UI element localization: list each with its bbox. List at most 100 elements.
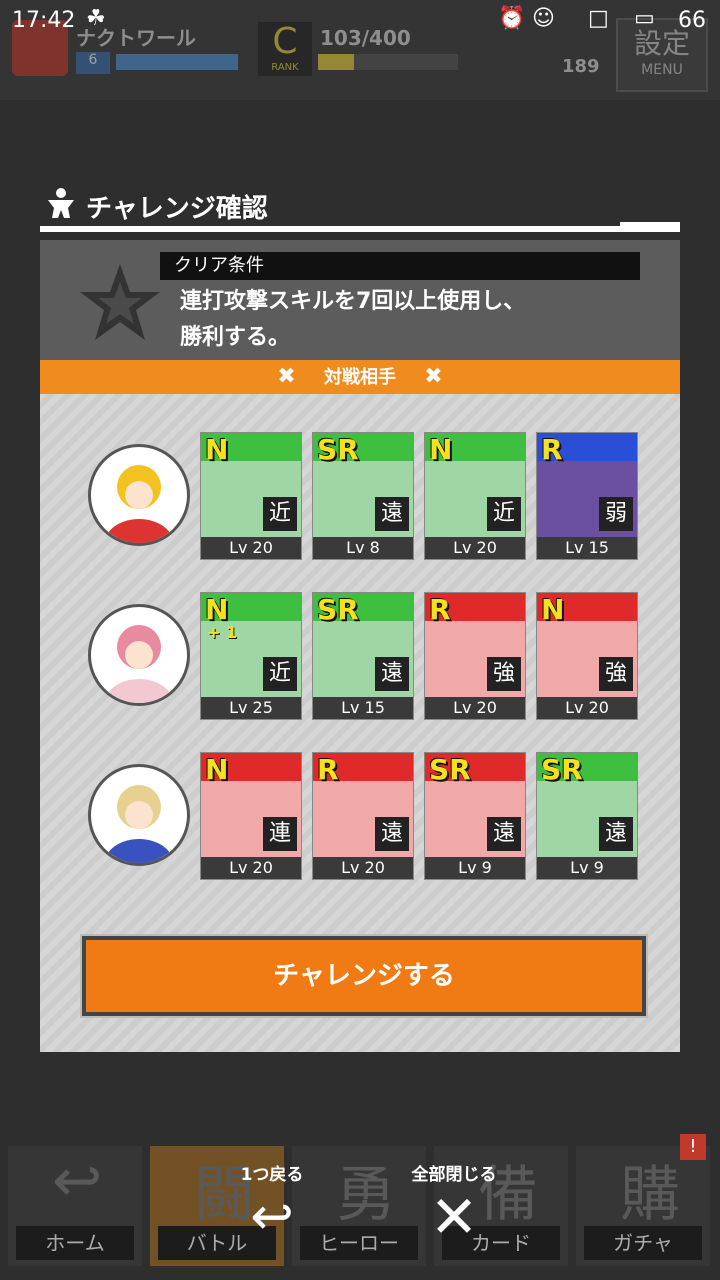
card-type: 近 [263, 657, 297, 691]
card-level: Lv 9 [537, 857, 637, 879]
nav-tab-label: ガチャ [584, 1226, 702, 1260]
card-level: Lv 15 [313, 697, 413, 719]
card[interactable]: R 強 Lv 20 [424, 592, 526, 720]
card-rarity: SR [429, 753, 471, 786]
close-icon: ✕ [429, 1183, 479, 1251]
card-level: Lv 20 [425, 697, 525, 719]
dialog-title: チャレンジ確認 [44, 186, 268, 227]
card-level: Lv 20 [201, 857, 301, 879]
card[interactable]: SR 遠 Lv 9 [536, 752, 638, 880]
card-rarity: R [429, 593, 451, 626]
nav-tab[interactable]: ↩ ホーム [8, 1146, 142, 1266]
card[interactable]: N 近 Lv 20 [200, 432, 302, 560]
condition-label: クリア条件 [160, 252, 640, 280]
card-level: Lv 20 [201, 537, 301, 559]
battery-icon: ▭ [634, 6, 655, 31]
return-arrow-icon: ↩ [250, 1187, 294, 1247]
cluster-icon: ☘ [86, 6, 106, 31]
card-type: 遠 [375, 657, 409, 691]
card-type: 近 [263, 497, 297, 531]
card-plus: + 1 [207, 623, 238, 642]
card[interactable]: N + 1 近 Lv 25 [200, 592, 302, 720]
fighter-icon [44, 186, 78, 227]
card[interactable]: SR 遠 Lv 9 [424, 752, 526, 880]
card-type: 連 [263, 817, 297, 851]
card-rarity: SR [317, 433, 359, 466]
opponent-portrait[interactable] [88, 604, 190, 706]
card[interactable]: N 連 Lv 20 [200, 752, 302, 880]
card[interactable]: SR 遠 Lv 8 [312, 432, 414, 560]
card-rarity: R [317, 753, 339, 786]
x-icon: ✖ [277, 364, 296, 389]
card-type: 近 [487, 497, 521, 531]
clear-condition: クリア条件 連打攻撃スキルを7回以上使用し、 勝利する。 [40, 240, 680, 360]
menu-bottom-label: MENU [641, 62, 683, 78]
card-rarity: SR [317, 593, 359, 626]
card[interactable]: R 遠 Lv 20 [312, 752, 414, 880]
nav-tab-icon: 勇 [336, 1160, 396, 1230]
x-icon: ✖ [424, 364, 443, 389]
card-level: Lv 8 [313, 537, 413, 559]
card-type: 弱 [599, 497, 633, 531]
card-rarity: SR [541, 753, 583, 786]
status-bar: 17:42 ☘ ⏰ ☺ □ ▭ 66 [0, 0, 720, 46]
nav-tab-label: ホーム [16, 1226, 134, 1260]
condition-text: 連打攻撃スキルを7回以上使用し、 勝利する。 [180, 284, 525, 356]
opponent-row: N + 1 近 Lv 25 SR 遠 Lv 15 R 強 Lv 20 N 強 Lv 20 [40, 592, 680, 722]
opponent-row: N 連 Lv 20 R 遠 Lv 20 SR 遠 Lv 9 SR 遠 Lv 9 [40, 752, 680, 882]
stamina-bar [318, 54, 458, 70]
opponent-row: N 近 Lv 20 SR 遠 Lv 8 N 近 Lv 20 R 弱 Lv 15 [40, 432, 680, 562]
star-icon [80, 264, 160, 340]
nav-tab[interactable]: 購ガチャ [576, 1146, 710, 1266]
card-rarity: N [205, 433, 229, 466]
card-rarity: N [205, 753, 229, 786]
card-level: Lv 15 [537, 537, 637, 559]
app-notification-icon: ☺ [532, 6, 555, 31]
close-caption: 全部閉じる [411, 1165, 497, 1185]
card-type: 強 [487, 657, 521, 691]
condition-line-2: 勝利する。 [180, 325, 291, 350]
card-type: 強 [599, 657, 633, 691]
card[interactable]: R 弱 Lv 15 [536, 432, 638, 560]
opponent-portrait[interactable] [88, 764, 190, 866]
card[interactable]: N 強 Lv 20 [536, 592, 638, 720]
alarm-icon: ⏰ [498, 6, 526, 31]
player-level-badge: 6 [76, 52, 110, 74]
back-one-button[interactable]: 1つ戻る ↩ [222, 1160, 322, 1260]
card-type: 遠 [599, 817, 633, 851]
card-type: 遠 [375, 817, 409, 851]
nav-tab-icon: 購 [620, 1160, 680, 1230]
card-level: Lv 25 [201, 697, 301, 719]
card-level: Lv 20 [313, 857, 413, 879]
bottom-nav: ↩ ホーム闘バトル勇ヒーロー備カード購ガチャ [0, 1140, 720, 1280]
card-rarity: N [541, 593, 565, 626]
gacha-alert-badge: ! [680, 1134, 706, 1160]
card-type: 遠 [375, 497, 409, 531]
condition-line-1: 連打攻撃スキルを7回以上使用し、 [180, 289, 526, 314]
title-divider [40, 222, 680, 232]
xp-bar [116, 54, 238, 70]
card-rarity: N [205, 593, 229, 626]
dialog-title-text: チャレンジ確認 [86, 194, 268, 224]
challenge-button[interactable]: チャレンジする [82, 936, 646, 1016]
card-level: Lv 20 [537, 697, 637, 719]
back-caption: 1つ戻る [240, 1165, 304, 1185]
card-level: Lv 20 [425, 537, 525, 559]
card-rarity: N [429, 433, 453, 466]
opponent-header: ✖ 対戦相手 ✖ [40, 360, 680, 394]
square-icon: □ [588, 6, 609, 31]
close-all-button[interactable]: 全部閉じる ✕ [396, 1160, 512, 1260]
coin-count: 189 [562, 56, 600, 77]
rank-caption: RANK [271, 62, 299, 73]
card[interactable]: N 近 Lv 20 [424, 432, 526, 560]
card-type: 遠 [487, 817, 521, 851]
opponent-header-text: 対戦相手 [324, 367, 396, 388]
opponent-portrait[interactable] [88, 444, 190, 546]
status-time: 17:42 [12, 8, 76, 33]
battery-percent: 66 [678, 8, 706, 33]
nav-tab-icon: ↩ [52, 1146, 103, 1216]
card[interactable]: SR 遠 Lv 15 [312, 592, 414, 720]
card-level: Lv 9 [425, 857, 525, 879]
challenge-panel: クリア条件 連打攻撃スキルを7回以上使用し、 勝利する。 ✖ 対戦相手 ✖ N 近… [40, 240, 680, 1052]
card-rarity: R [541, 433, 563, 466]
